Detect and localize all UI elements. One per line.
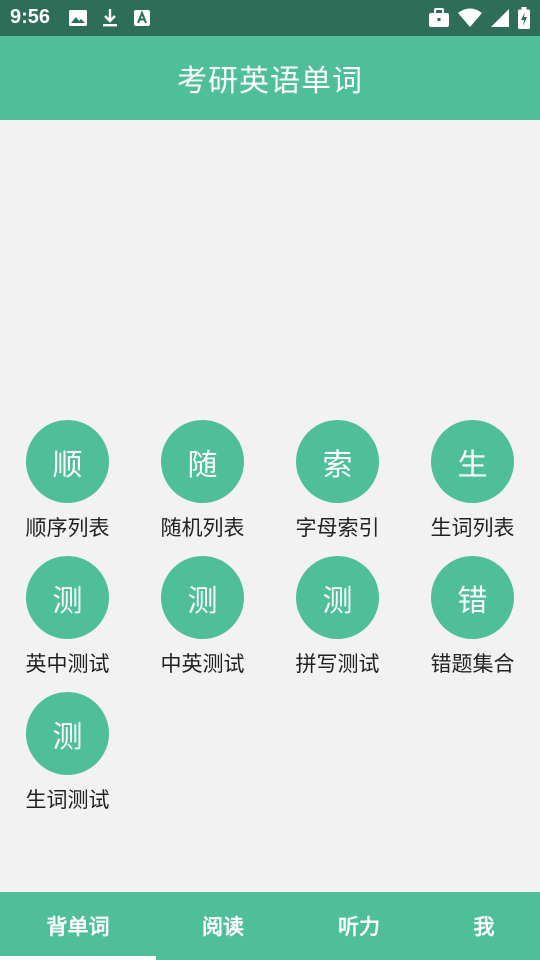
nav-tab-label: 我 (473, 915, 495, 939)
grid-item[interactable]: 测英中测试 (0, 556, 135, 685)
grid-item-label: 中英测试 (160, 652, 245, 676)
grid-item[interactable]: 错错题集合 (405, 556, 540, 685)
grid-item-label: 生词测试 (25, 788, 110, 812)
status-right-icons (428, 7, 530, 29)
tab-listening[interactable]: 听力 (290, 892, 428, 960)
tab-words[interactable]: 背单词 (0, 892, 156, 960)
grid-item-label: 顺序列表 (25, 516, 110, 540)
wifi-icon (458, 8, 482, 28)
nav-tab-label: 阅读 (202, 915, 244, 939)
nav-selected-indicator (0, 956, 156, 960)
grid-item[interactable]: 测拼写测试 (270, 556, 405, 685)
page-title: 考研英语单词 (177, 64, 363, 99)
grid-item[interactable]: 索字母索引 (270, 420, 405, 549)
download-icon (100, 8, 120, 28)
grid-item[interactable]: 生生词列表 (405, 420, 540, 549)
grid-item[interactable]: 测生词测试 (0, 692, 135, 821)
grid-item-icon: 索 (296, 420, 379, 503)
battery-charging-icon (518, 7, 530, 29)
grid-item-label: 拼写测试 (295, 652, 380, 676)
font-icon (132, 8, 152, 28)
grid-item-icon: 测 (161, 556, 244, 639)
grid-item-label: 生词列表 (430, 516, 515, 540)
tab-reading[interactable]: 阅读 (156, 892, 290, 960)
grid-item-icon: 测 (26, 556, 109, 639)
status-left-icons (68, 8, 152, 28)
briefcase-icon (428, 8, 450, 28)
grid-item-icon: 随 (161, 420, 244, 503)
signal-icon (490, 8, 510, 28)
grid-item-icon: 测 (26, 692, 109, 775)
grid-item-label: 错题集合 (430, 652, 515, 676)
tab-me[interactable]: 我 (428, 892, 540, 960)
status-bar: 9:56 (0, 0, 540, 36)
grid-item-icon: 顺 (26, 420, 109, 503)
nav-tab-label: 背单词 (46, 915, 110, 939)
feature-grid: 顺顺序列表随随机列表索字母索引生生词列表测英中测试测中英测试测拼写测试错错题集合… (0, 420, 540, 821)
grid-item-icon: 生 (431, 420, 514, 503)
grid-item-icon: 测 (296, 556, 379, 639)
status-time: 9:56 (10, 6, 51, 28)
image-icon (68, 8, 88, 28)
grid-item[interactable]: 随随机列表 (135, 420, 270, 549)
grid-item[interactable]: 顺顺序列表 (0, 420, 135, 549)
grid-item-label: 字母索引 (295, 516, 380, 540)
grid-item-label: 英中测试 (25, 652, 110, 676)
nav-tab-label: 听力 (338, 915, 380, 939)
app-bar: 考研英语单词 (0, 36, 540, 120)
grid-item-icon: 错 (431, 556, 514, 639)
grid-item-label: 随机列表 (160, 516, 245, 540)
main-content: 顺顺序列表随随机列表索字母索引生生词列表测英中测试测中英测试测拼写测试错错题集合… (0, 120, 540, 892)
bottom-nav: 背单词 阅读 听力 我 (0, 892, 540, 960)
grid-item[interactable]: 测中英测试 (135, 556, 270, 685)
